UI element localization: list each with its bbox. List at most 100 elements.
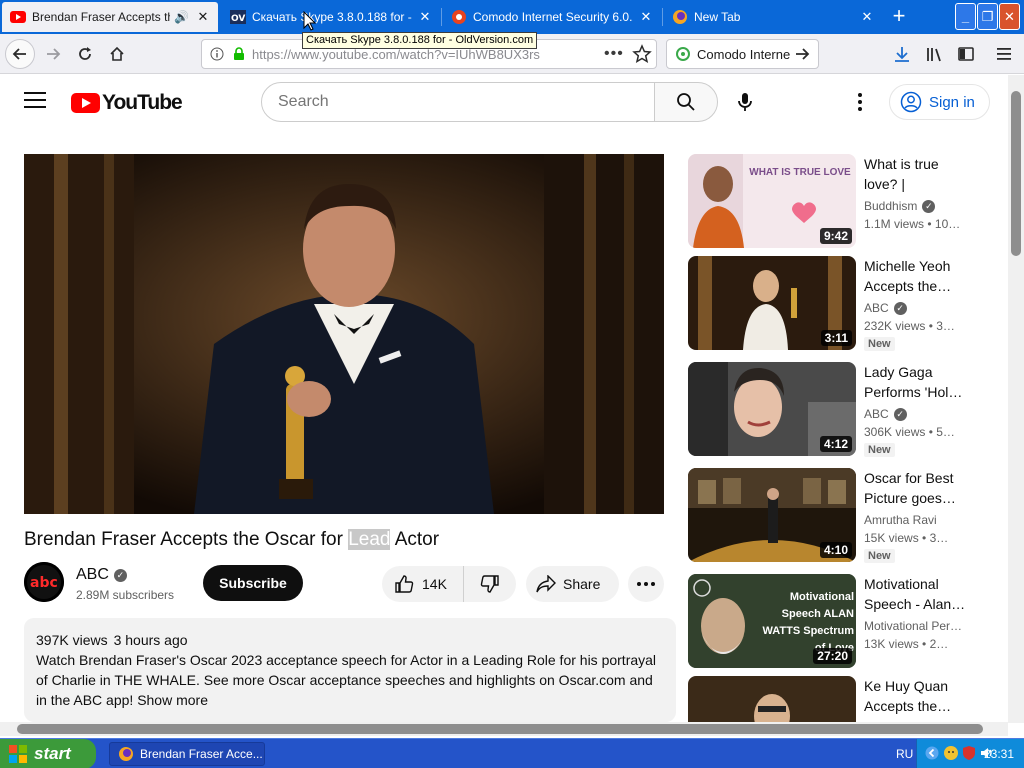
task-label: Brendan Fraser Acce... [140, 747, 263, 761]
recommendation-channel[interactable]: ABC ✓ [864, 407, 907, 421]
sidebar-icon[interactable] [956, 44, 976, 64]
recommendation-title[interactable]: Motivational Speech - Alan… [864, 574, 968, 614]
start-button[interactable]: start [0, 739, 96, 768]
scrollbar-thumb[interactable] [1011, 91, 1021, 256]
share-button[interactable]: Share [526, 566, 619, 602]
recommendation-title[interactable]: Lady Gaga Performs 'Hol… [864, 362, 968, 402]
tab-title: New Tab [694, 10, 741, 24]
video-thumbnail[interactable]: Motivational Speech ALAN WATTS Spectrum … [688, 574, 856, 668]
windows-logo-icon [9, 745, 27, 763]
close-tab-icon[interactable]: ✕ [196, 9, 210, 25]
channel-text: Amrutha Ravi [864, 513, 937, 527]
reload-button[interactable] [70, 39, 100, 69]
network-status-icon[interactable] [943, 745, 959, 764]
arrow-right-icon [796, 48, 810, 60]
subscribe-button[interactable]: Subscribe [203, 565, 303, 601]
library-icon[interactable] [924, 44, 944, 64]
rec-views: 232K views [864, 319, 926, 333]
tab-new-tab[interactable]: New Tab ✕ [664, 2, 882, 32]
page-actions-icon[interactable]: ••• [604, 45, 624, 63]
home-button[interactable] [102, 39, 132, 69]
recommendation-item[interactable]: 4:10 Oscar for Best Picture goes… Amruth… [688, 468, 988, 564]
rec-views: 1.1M views [864, 217, 925, 231]
more-options-icon[interactable] [850, 90, 870, 114]
tray-arrow-icon[interactable] [925, 746, 939, 763]
new-tab-button[interactable]: + [886, 4, 912, 30]
system-clock[interactable]: 23:31 [984, 747, 1014, 761]
recommendation-channel[interactable]: Motivational Per… [864, 619, 962, 633]
close-tab-icon[interactable]: ✕ [639, 9, 653, 25]
recommendation-title[interactable]: Oscar for Best Picture goes… [864, 468, 968, 508]
recommendation-item[interactable]: 3:11 Michelle Yeoh Accepts the… ABC ✓ 232… [688, 256, 988, 352]
dislike-button[interactable] [464, 574, 516, 594]
scrollbar-thumb[interactable] [17, 724, 983, 734]
language-indicator[interactable]: RU [896, 747, 913, 761]
show-more-link[interactable]: Show more [137, 692, 208, 708]
video-description[interactable]: 397K views 3 hours ago Watch Brendan Fras… [24, 618, 676, 722]
back-button[interactable] [5, 39, 35, 69]
bookmark-star-icon[interactable] [632, 44, 652, 64]
youtube-header: YouTube Search Sign in [0, 75, 1008, 131]
comodo-extension-button[interactable]: Comodo Interne [666, 39, 819, 69]
video-thumbnail[interactable] [688, 676, 856, 722]
taskbar-firefox-window[interactable]: Brendan Fraser Acce... [109, 742, 265, 766]
video-thumbnail[interactable]: WHAT IS TRUE LOVE 9:42 [688, 154, 856, 248]
recommendation-title[interactable]: What is true love? | [864, 154, 968, 194]
recommendation-channel[interactable]: Buddhism ✓ [864, 199, 936, 213]
search-input[interactable]: Search [261, 82, 655, 122]
thumbnail-text: WHAT IS TRUE LOVE [749, 167, 851, 178]
horizontal-scrollbar[interactable] [0, 722, 1008, 736]
sign-in-button[interactable]: Sign in [889, 84, 990, 120]
tab-youtube[interactable]: Brendan Fraser Accepts the Oscar 🔊 ✕ [2, 2, 218, 32]
firefox-favicon-icon [672, 9, 688, 25]
video-duration: 9:42 [819, 228, 852, 244]
guide-menu-icon[interactable] [24, 92, 46, 112]
recommendation-title[interactable]: Michelle Yeoh Accepts the… [864, 256, 968, 296]
close-window-button[interactable]: ✕ [999, 3, 1020, 30]
view-count: 397K views [36, 632, 108, 648]
video-player[interactable] [24, 154, 664, 514]
close-tab-icon[interactable]: ✕ [860, 9, 874, 25]
video-thumbnail[interactable]: 4:12 [688, 362, 856, 456]
video-thumbnail[interactable]: 4:10 [688, 468, 856, 562]
recommendation-item[interactable]: Motivational Speech ALAN WATTS Spectrum … [688, 574, 988, 670]
verified-badge-icon: ✓ [922, 199, 936, 213]
forward-button[interactable] [38, 39, 68, 69]
recommendation-meta: 232K views • 3… [864, 319, 955, 333]
tab-comodo[interactable]: Comodo Internet Security 6.0.26 ✕ [443, 2, 661, 32]
video-thumbnail[interactable]: 3:11 [688, 256, 856, 350]
security-status-icon[interactable] [961, 745, 977, 764]
extension-label: Comodo Interne [697, 46, 791, 62]
channel-avatar[interactable]: abc [24, 562, 64, 602]
tab-oldversion[interactable]: OV Скачать Skype 3.8.0.188 for - OldVers… [222, 2, 440, 32]
recommendation-item[interactable]: WHAT IS TRUE LOVE 9:42 What is true love… [688, 154, 988, 250]
comodo-shield-icon [676, 47, 690, 61]
recommendation-channel[interactable]: Amrutha Ravi [864, 513, 937, 527]
maximize-window-button[interactable]: ❐ [977, 3, 998, 30]
recommendation-channel[interactable]: ABC ✓ [864, 301, 907, 315]
speaker-icon[interactable]: 🔊 [174, 10, 190, 24]
minimize-window-button[interactable]: _ [955, 3, 976, 30]
oldversion-favicon-icon: OV [230, 9, 246, 25]
system-tray: 23:31 [916, 739, 1024, 768]
recommendation-title[interactable]: Ke Huy Quan Accepts the… [864, 676, 968, 716]
tab-separator [441, 8, 442, 26]
rec-age: 5… [936, 425, 955, 439]
vertical-scrollbar[interactable] [1008, 75, 1024, 723]
channel-name[interactable]: ABC ✓ [76, 566, 127, 584]
recommendation-item[interactable]: Ke Huy Quan Accepts the… [688, 676, 988, 722]
lock-icon[interactable] [232, 47, 246, 61]
tab-tooltip: Скачать Skype 3.8.0.188 for - OldVersion… [302, 32, 538, 49]
downloads-icon[interactable] [892, 44, 912, 64]
search-icon [677, 93, 695, 111]
more-actions-button[interactable] [628, 566, 664, 602]
like-button[interactable]: 14K [382, 566, 464, 602]
close-tab-icon[interactable]: ✕ [418, 9, 432, 25]
youtube-logo[interactable]: YouTube [71, 91, 183, 115]
microphone-icon[interactable] [733, 90, 757, 114]
search-button[interactable] [654, 82, 718, 122]
hamburger-menu-icon[interactable] [995, 44, 1015, 64]
thumbs-up-icon [395, 575, 414, 593]
info-icon[interactable] [210, 47, 224, 61]
recommendation-item[interactable]: 4:12 Lady Gaga Performs 'Hol… ABC ✓ 306K … [688, 362, 988, 458]
